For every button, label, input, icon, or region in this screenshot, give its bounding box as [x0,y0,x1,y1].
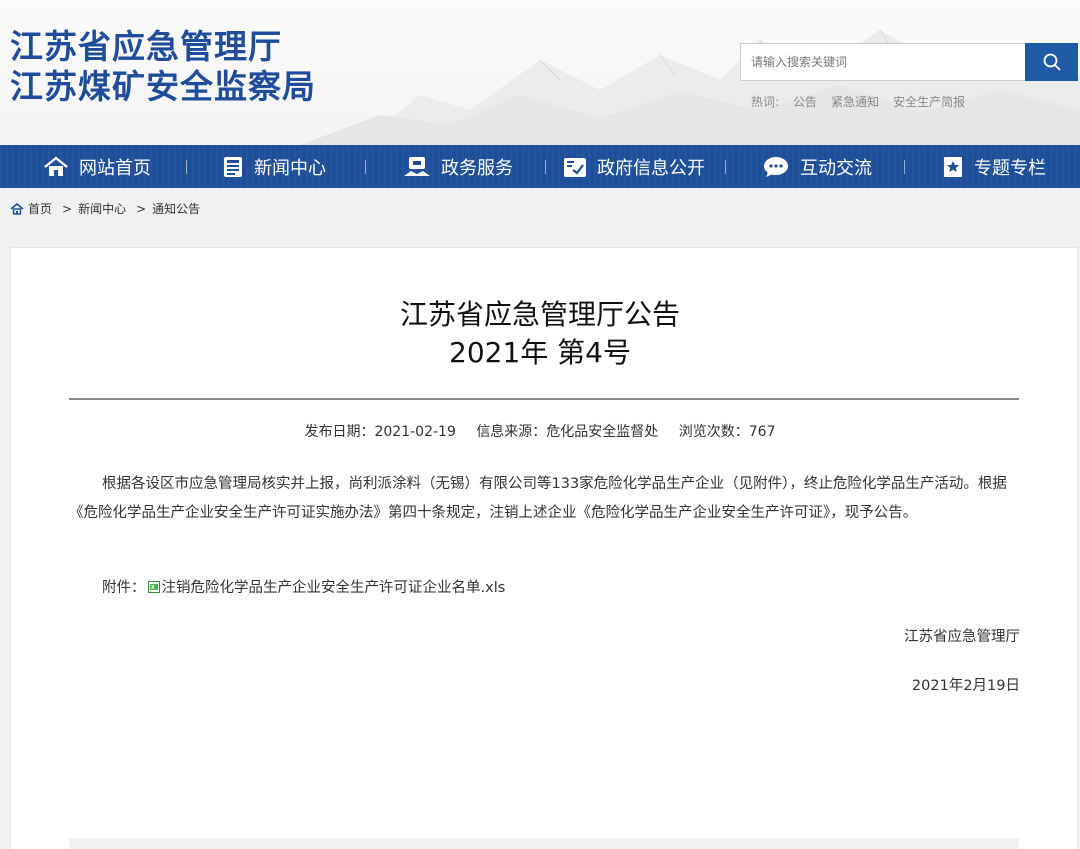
attachment: 附件： 注销危险化学品生产企业安全生产许可证企业名单.xls [102,576,505,597]
search-input[interactable] [741,44,1026,80]
footer-bar [69,838,1019,849]
nav-divider [186,160,187,174]
chat-icon [764,156,788,177]
search-icon [1043,53,1061,71]
xls-file-icon [147,580,160,593]
info-source: 信息来源：危化品安全监督处 [476,424,659,440]
signature-date: 2021年2月19日 [911,678,1020,694]
attachment-label: 附件： [102,580,146,596]
search-box [740,43,1026,81]
view-count: 浏览次数：767 [678,424,776,440]
bookmark-icon [944,156,962,177]
article-title: 江苏省应急管理厅公告 [399,298,680,331]
breadcrumb-separator: > [62,201,73,216]
hot-word-item[interactable]: 安全生产简报 [893,93,965,110]
document-check-icon [564,157,586,177]
article-issue-number: 2021年 第4号 [449,336,631,369]
breadcrumb-news[interactable]: 新闻中心 [78,200,126,217]
nav-item-topics[interactable]: 专题专栏 [942,145,1046,188]
nav-item-label: 互动交流 [800,157,872,179]
hot-words-label: 热词: [751,95,780,109]
home-icon [44,156,68,176]
nav-item-services[interactable]: 政务服务 [403,145,513,188]
nav-item-label: 政务服务 [441,157,513,179]
nav-item-home[interactable]: 网站首页 [43,145,151,188]
hot-word-item[interactable]: 公告 [793,93,817,110]
home-icon [10,202,24,215]
breadcrumb-home[interactable]: 首页 [28,200,52,217]
article-body: 根据各设区市应急管理局核实并上报，尚利派涂料（无锡）有限公司等133家危险化学品… [69,476,1007,521]
nav-divider [904,160,905,174]
breadcrumb: 首页 > 新闻中心 > 通知公告 [10,200,200,217]
site-title-line2[interactable]: 江苏煤矿安全监察局 [10,68,316,106]
breadcrumb-notices[interactable]: 通知公告 [152,200,200,217]
nav-divider [545,160,546,174]
hot-word-item[interactable]: 紧急通知 [831,93,879,110]
signature-org: 江苏省应急管理厅 [904,629,1020,645]
nav-item-news[interactable]: 新闻中心 [222,145,326,188]
nav-item-label: 专题专栏 [974,157,1046,179]
nav-item-label: 网站首页 [79,157,151,179]
nav-item-label: 政府信息公开 [597,157,705,179]
site-header: 江苏省应急管理厅 江苏煤矿安全监察局 热词: 公告 紧急通知 安全生产简报 [0,0,1080,145]
breadcrumb-separator: > [136,201,147,216]
attachment-file-link[interactable]: 注销危险化学品生产企业安全生产许可证企业名单.xls [162,576,506,597]
nav-item-label: 新闻中心 [254,157,326,179]
main-nav: 网站首页 新闻中心 政务服务 政府信息公开 互动交流 专题专栏 [0,145,1080,188]
site-title-line1[interactable]: 江苏省应急管理厅 [10,28,282,66]
nav-divider [365,160,366,174]
hot-words: 热词: 公告 紧急通知 安全生产简报 [751,93,965,110]
publish-date: 发布日期：2021-02-19 [304,424,456,440]
nav-item-gov-info[interactable]: 政府信息公开 [563,145,705,188]
nav-item-interaction[interactable]: 互动交流 [762,145,872,188]
search-button[interactable] [1025,43,1078,81]
nav-divider [725,160,726,174]
article-meta: 发布日期：2021-02-19 信息来源：危化品安全监督处 浏览次数：767 [0,421,1080,441]
title-divider [69,398,1019,400]
service-icon [404,156,430,176]
newspaper-icon [224,156,242,177]
